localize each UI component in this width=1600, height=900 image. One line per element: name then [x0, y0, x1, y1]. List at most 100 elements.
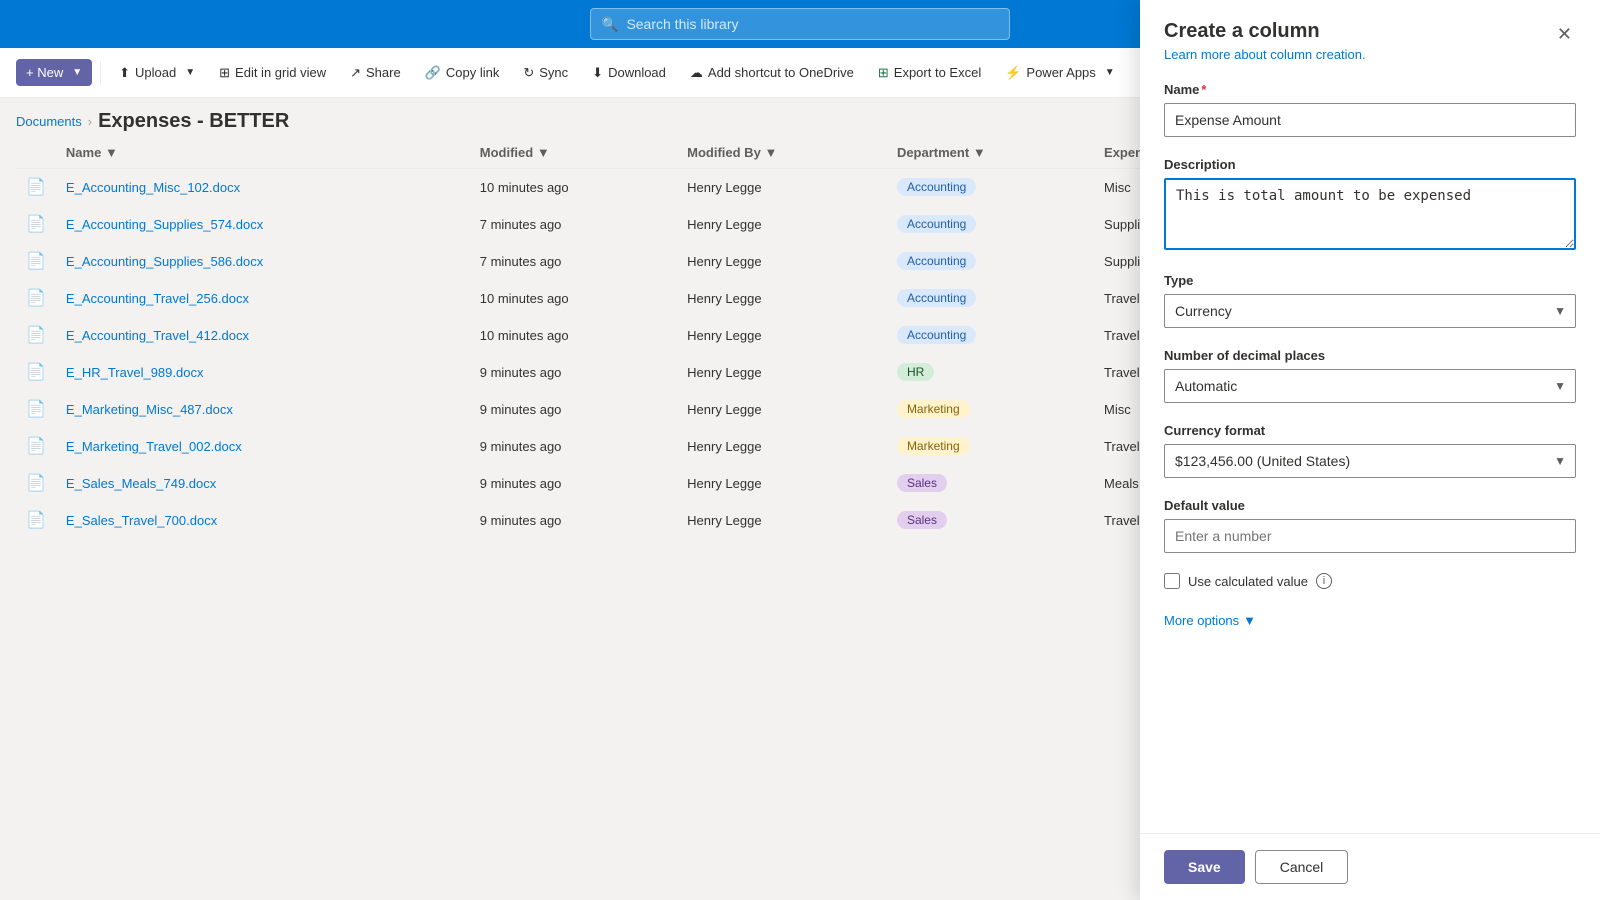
export-excel-button[interactable]: ⊞ Export to Excel: [868, 59, 991, 87]
row-department: Sales: [887, 465, 1094, 502]
row-modified: 10 minutes ago: [470, 317, 677, 354]
row-department: Marketing: [887, 391, 1094, 428]
currency-format-select[interactable]: $123,456.00 (United States)€123,456.00 (…: [1164, 444, 1576, 478]
row-name[interactable]: E_HR_Travel_989.docx: [56, 354, 470, 391]
row-file-icon: 📄: [16, 206, 56, 243]
edit-grid-button[interactable]: ⊞ Edit in grid view: [209, 59, 336, 87]
row-modified-by: Henry Legge: [677, 206, 887, 243]
upload-icon: ⬆: [119, 65, 130, 81]
row-name[interactable]: E_Sales_Travel_700.docx: [56, 502, 470, 539]
power-apps-button[interactable]: ⚡ Power Apps ▼: [995, 59, 1124, 87]
row-file-icon: 📄: [16, 169, 56, 206]
row-department: HR: [887, 354, 1094, 391]
create-column-panel: Create a column Learn more about column …: [1140, 0, 1600, 900]
download-button[interactable]: ⬇ Download: [582, 59, 676, 87]
currency-format-select-wrap: $123,456.00 (United States)€123,456.00 (…: [1164, 444, 1576, 478]
col-header-name[interactable]: Name ▼: [56, 137, 470, 169]
default-value-label: Default value: [1164, 498, 1576, 513]
row-file-icon: 📄: [16, 465, 56, 502]
row-modified-by: Henry Legge: [677, 465, 887, 502]
col-header-icon: [16, 137, 56, 169]
row-modified-by: Henry Legge: [677, 317, 887, 354]
more-options-chevron-icon: ▼: [1243, 613, 1256, 628]
modified-sort-icon: ▼: [537, 145, 550, 160]
search-icon: 🔍: [601, 16, 618, 33]
row-name[interactable]: E_Accounting_Supplies_586.docx: [56, 243, 470, 280]
new-button[interactable]: + New ▼: [16, 59, 92, 86]
search-input[interactable]: [626, 16, 999, 32]
row-modified: 9 minutes ago: [470, 354, 677, 391]
currency-format-label: Currency format: [1164, 423, 1576, 438]
type-select-wrap: Single line of textMultiple lines of tex…: [1164, 294, 1576, 328]
row-file-icon: 📄: [16, 502, 56, 539]
breadcrumb-current: Expenses - BETTER: [98, 110, 289, 133]
name-label: Name*: [1164, 82, 1576, 97]
calculated-label: Use calculated value: [1188, 574, 1308, 589]
cancel-button[interactable]: Cancel: [1255, 850, 1349, 884]
edit-grid-icon: ⊞: [219, 65, 230, 81]
breadcrumb-parent[interactable]: Documents: [16, 114, 82, 129]
panel-body: Name* Description This is total amount t…: [1140, 62, 1600, 833]
upload-button[interactable]: ⬆ Upload ▼: [109, 59, 205, 87]
search-box[interactable]: 🔍: [590, 8, 1010, 40]
decimal-select-wrap: Automatic012345 ▼: [1164, 369, 1576, 403]
toolbar-separator: [100, 61, 101, 85]
col-header-modified[interactable]: Modified ▼: [470, 137, 677, 169]
power-apps-icon: ⚡: [1005, 65, 1021, 81]
name-input[interactable]: [1164, 103, 1576, 137]
col-header-department[interactable]: Department ▼: [887, 137, 1094, 169]
share-button[interactable]: ↗ Share: [340, 59, 411, 87]
row-file-icon: 📄: [16, 243, 56, 280]
row-name[interactable]: E_Accounting_Travel_412.docx: [56, 317, 470, 354]
row-file-icon: 📄: [16, 280, 56, 317]
modified-by-sort-icon: ▼: [764, 145, 777, 160]
row-name[interactable]: E_Accounting_Supplies_574.docx: [56, 206, 470, 243]
row-modified: 10 minutes ago: [470, 169, 677, 206]
more-options-group: More options ▼: [1164, 609, 1576, 632]
more-options-button[interactable]: More options ▼: [1164, 609, 1256, 632]
sync-button[interactable]: ↻ Sync: [513, 59, 578, 87]
panel-subtitle[interactable]: Learn more about column creation.: [1164, 47, 1366, 62]
new-chevron-icon: ▼: [72, 67, 82, 78]
row-modified: 9 minutes ago: [470, 502, 677, 539]
row-name[interactable]: E_Marketing_Misc_487.docx: [56, 391, 470, 428]
row-name[interactable]: E_Sales_Meals_749.docx: [56, 465, 470, 502]
default-value-form-group: Default value: [1164, 498, 1576, 553]
row-modified-by: Henry Legge: [677, 280, 887, 317]
row-department: Accounting: [887, 206, 1094, 243]
download-icon: ⬇: [592, 65, 603, 81]
calculated-checkbox-row: Use calculated value i: [1164, 573, 1576, 589]
currency-format-form-group: Currency format $123,456.00 (United Stat…: [1164, 423, 1576, 478]
decimal-select[interactable]: Automatic012345: [1164, 369, 1576, 403]
type-form-group: Type Single line of textMultiple lines o…: [1164, 273, 1576, 328]
row-file-icon: 📄: [16, 391, 56, 428]
add-shortcut-button[interactable]: ☁ Add shortcut to OneDrive: [680, 59, 864, 87]
row-modified: 10 minutes ago: [470, 280, 677, 317]
row-department: Marketing: [887, 428, 1094, 465]
default-value-input[interactable]: [1164, 519, 1576, 553]
col-header-modified-by[interactable]: Modified By ▼: [677, 137, 887, 169]
row-modified: 9 minutes ago: [470, 465, 677, 502]
sync-icon: ↻: [523, 65, 534, 81]
calculated-checkbox[interactable]: [1164, 573, 1180, 589]
add-shortcut-icon: ☁: [690, 65, 703, 81]
row-modified: 7 minutes ago: [470, 206, 677, 243]
row-file-icon: 📄: [16, 354, 56, 391]
export-excel-icon: ⊞: [878, 65, 889, 81]
row-modified-by: Henry Legge: [677, 428, 887, 465]
row-modified-by: Henry Legge: [677, 243, 887, 280]
panel-close-button[interactable]: ✕: [1553, 20, 1576, 49]
row-name[interactable]: E_Accounting_Misc_102.docx: [56, 169, 470, 206]
row-modified-by: Henry Legge: [677, 502, 887, 539]
description-label: Description: [1164, 157, 1576, 172]
type-select[interactable]: Single line of textMultiple lines of tex…: [1164, 294, 1576, 328]
description-form-group: Description This is total amount to be e…: [1164, 157, 1576, 253]
info-icon[interactable]: i: [1316, 573, 1332, 589]
row-modified: 7 minutes ago: [470, 243, 677, 280]
row-name[interactable]: E_Marketing_Travel_002.docx: [56, 428, 470, 465]
description-textarea[interactable]: This is total amount to be expensed: [1164, 178, 1576, 250]
save-button[interactable]: Save: [1164, 850, 1245, 884]
copy-link-button[interactable]: 🔗 Copy link: [415, 59, 510, 87]
row-department: Accounting: [887, 280, 1094, 317]
row-name[interactable]: E_Accounting_Travel_256.docx: [56, 280, 470, 317]
